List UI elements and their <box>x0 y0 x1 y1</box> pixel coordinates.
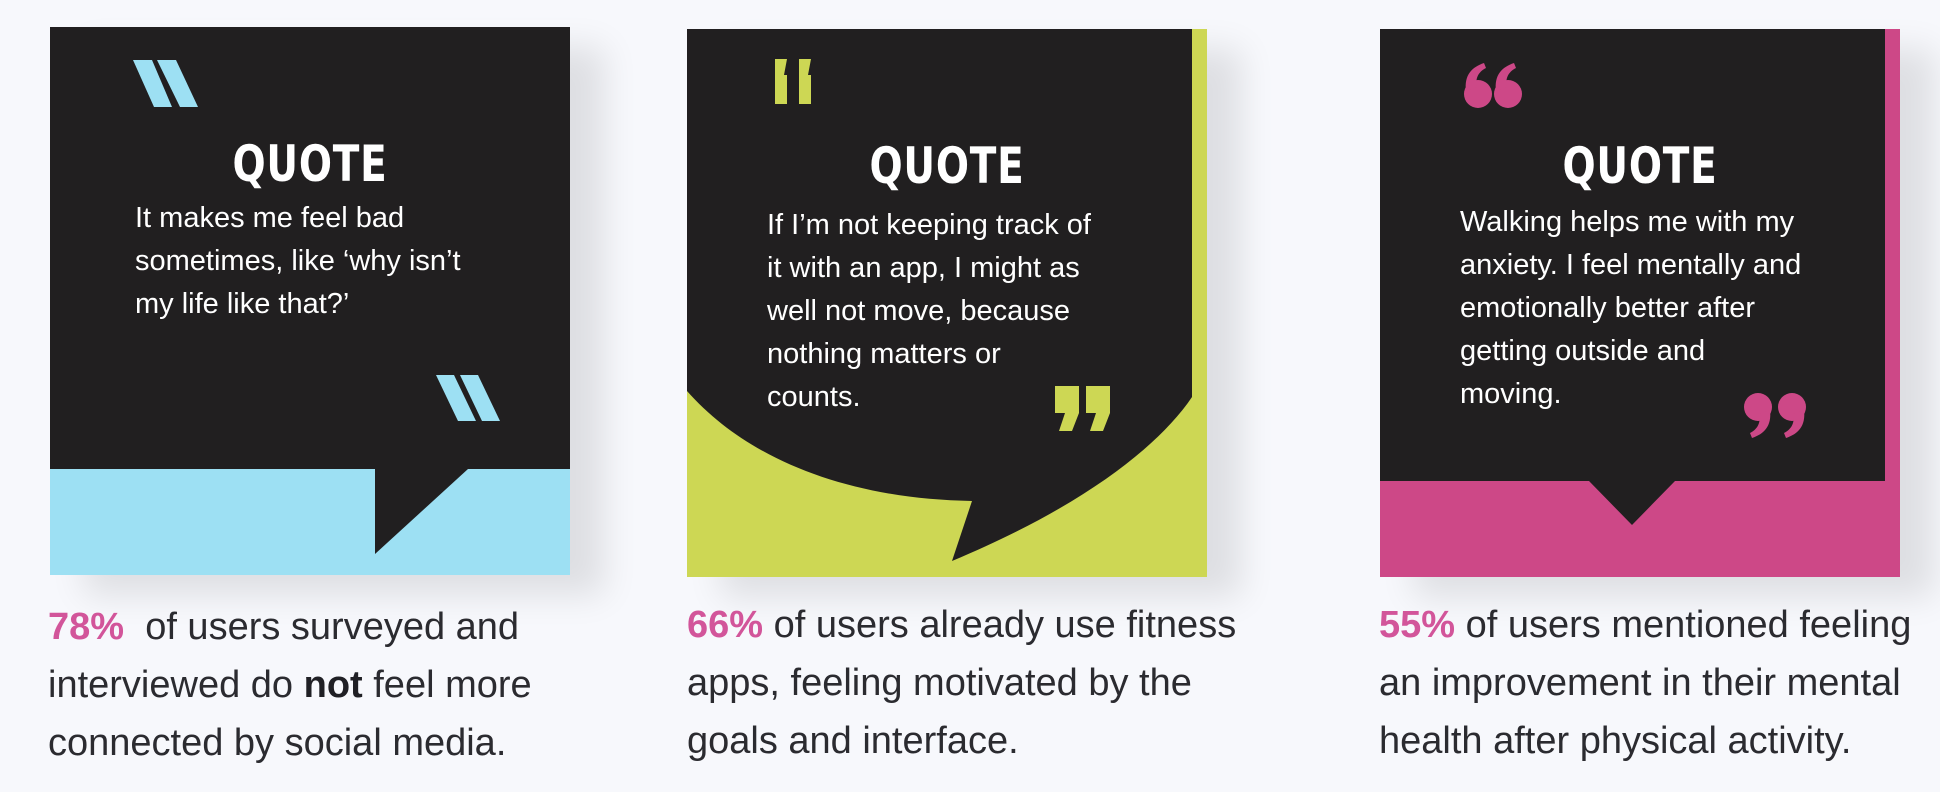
stat-emphasis: not <box>303 664 363 706</box>
quote-line: nothing matters or <box>767 338 1001 370</box>
quote-text: Walking helps me with my anxiety. I feel… <box>1460 201 1801 416</box>
quote-line: If I’m not keeping track of <box>767 209 1091 241</box>
stat-text: of users already use fitness <box>773 604 1237 646</box>
quote-line: sometimes, like ‘why isn’t <box>135 245 461 277</box>
quote-line: getting outside and <box>1460 335 1706 367</box>
stat-percent: 55% <box>1379 604 1456 646</box>
stat-text: connected by social media. <box>48 722 507 764</box>
quote-line: well not move, because <box>767 295 1071 327</box>
quote-card-3: QUOTE Walking helps me with my anxiety. … <box>1380 29 1900 577</box>
stat-text: feel more <box>373 664 532 706</box>
quote-text: If I’m not keeping track of it with an a… <box>767 204 1091 419</box>
stat-text: apps, feeling motivated by the <box>687 662 1192 704</box>
quote-card-title: QUOTE <box>232 135 388 193</box>
quote-line: emotionally better after <box>1460 292 1755 324</box>
quote-line: it with an app, I might as <box>767 252 1080 284</box>
quote-line: my life like that?’ <box>135 288 350 320</box>
stat-text: of users surveyed and <box>145 606 520 648</box>
stat-block-3: 55% of users mentioned feeling an improv… <box>1379 596 1939 770</box>
quote-line: It makes me feel bad <box>135 202 405 234</box>
quote-card-1: QUOTE It makes me feel bad sometimes, li… <box>50 27 570 575</box>
stat-text: an improvement in their mental <box>1379 662 1901 704</box>
stat-text: health after physical activity. <box>1379 720 1852 762</box>
stat-block-1: 78% of users surveyed and interviewed do… <box>48 598 608 772</box>
stat-percent: 78% <box>48 606 125 648</box>
quote-text: It makes me feel bad sometimes, like ‘wh… <box>135 197 461 326</box>
stat-block-2: 66% of users already use fitness apps, f… <box>687 596 1247 770</box>
quote-line: moving. <box>1460 378 1562 410</box>
quote-card-title: QUOTE <box>869 137 1025 195</box>
quote-line: anxiety. I feel mentally and <box>1460 249 1802 281</box>
stat-text: goals and interface. <box>687 720 1019 762</box>
stat-text: of users mentioned feeling <box>1465 604 1912 646</box>
quote-card-2: QUOTE If I’m not keeping track of it wit… <box>687 29 1207 577</box>
quote-card-title: QUOTE <box>1562 137 1718 195</box>
quote-line: Walking helps me with my <box>1460 206 1795 238</box>
quote-line: counts. <box>767 381 861 413</box>
stat-percent: 66% <box>687 604 764 646</box>
stat-text: interviewed do <box>48 664 294 706</box>
